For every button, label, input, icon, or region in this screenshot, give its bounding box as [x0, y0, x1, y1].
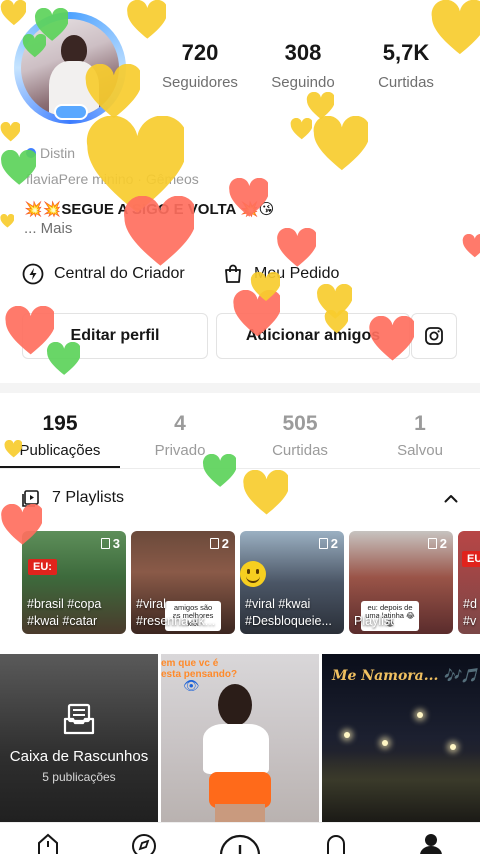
heart-icon [126, 0, 166, 40]
playlist-tags: Playlist [354, 614, 394, 628]
avatar-frame-badge [54, 104, 88, 120]
playlist-card[interactable]: 2 amigos são as melhores kkk #viral #res… [131, 531, 235, 634]
heart-icon [312, 116, 368, 172]
drafts-count: 5 publicações [42, 770, 116, 784]
playlist-tags: #viral #resenha #k... [136, 597, 216, 628]
compass-icon[interactable] [130, 833, 158, 854]
my-orders-link[interactable]: Meu Pedido [222, 263, 339, 285]
playlist-tags: #d #v [463, 597, 477, 628]
heart-icon [276, 228, 316, 268]
edit-profile-button[interactable]: Editar perfil [22, 313, 208, 359]
playlist-count: 2 [210, 536, 229, 551]
playlist-tags: #brasil #copa #kwai #catar [27, 597, 102, 628]
video-caption: em que vc é esta pensando? [161, 658, 238, 680]
create-icon[interactable] [218, 833, 262, 854]
followers-count: 720 [181, 40, 219, 65]
tab-likes-count: 505 [282, 412, 318, 435]
playlist-count: 2 [428, 536, 447, 551]
music-notes-icon: 🎶🎵 [443, 668, 479, 684]
add-friends-button[interactable]: Adicionar amigos [216, 313, 410, 359]
tab-private-count: 4 [174, 412, 186, 435]
following-stat[interactable]: 308 Seguindo [253, 40, 353, 91]
profile-info: flaviaPere minino · Gêmeos [26, 171, 199, 187]
creator-center-label: Central do Criador [54, 265, 185, 282]
heart-icon [306, 92, 334, 120]
badge-text: Distin [40, 145, 76, 161]
drafts-tile[interactable]: Caixa de Rascunhos 5 publicações [0, 654, 158, 822]
profile-badge[interactable]: Distin [26, 145, 75, 161]
chevron-up-icon[interactable] [442, 490, 460, 508]
eye-icon: 👁 [183, 678, 200, 693]
instagram-button[interactable] [411, 313, 457, 359]
followers-stat[interactable]: 720 Seguidores [150, 40, 250, 91]
bell-icon[interactable] [322, 833, 350, 854]
profile-bio: 💥💥SEGUE A SIGO E VOLTA 💥😘 [24, 201, 275, 218]
following-label: Seguindo [271, 74, 335, 91]
video-thumbnail[interactable]: Me Namora... 🎶🎵 [322, 654, 480, 822]
playlist-sticker: EU: [28, 559, 57, 575]
heart-icon [242, 470, 288, 516]
playlist-tags: #viral #kwai #Desbloqueie... [245, 597, 332, 628]
avatar[interactable] [14, 12, 126, 124]
lightning-circle-icon [22, 263, 44, 285]
smiley-emoji-icon [240, 561, 266, 587]
playlist-card[interactable]: 3 EU: #brasil #copa #kwai #catar [22, 531, 126, 634]
playlist-count: 3 [101, 536, 120, 551]
playlist-card[interactable]: EU: #d #v [458, 531, 480, 634]
heart-icon [202, 454, 236, 488]
playlist-card[interactable]: 2 eu: depois de uma latinha 😂😂 Playlist [349, 531, 453, 634]
instagram-icon [425, 327, 443, 345]
tab-saved[interactable]: 1 Salvou [360, 412, 480, 459]
my-orders-label: Meu Pedido [254, 265, 340, 282]
heart-icon [462, 234, 480, 258]
heart-icon [290, 118, 312, 140]
tab-likes[interactable]: 505 Curtidas [240, 412, 360, 459]
badge-icon [26, 148, 36, 158]
shopping-bag-icon [225, 264, 241, 283]
home-icon[interactable] [35, 833, 61, 854]
heart-icon [0, 214, 14, 228]
bottom-nav [0, 822, 480, 854]
likes-label: Curtidas [378, 74, 434, 91]
playlists-title: 7 Playlists [52, 489, 125, 506]
heart-icon [0, 122, 20, 142]
playlist-count: 2 [319, 536, 338, 551]
tab-posts-count: 195 [42, 412, 78, 435]
tab-likes-label: Curtidas [272, 442, 328, 459]
video-title: Me Namora... 🎶🎵 [332, 668, 479, 684]
playlist-icon [22, 490, 39, 507]
bio-more-link[interactable]: ... Mais [24, 220, 72, 237]
playlists-header[interactable]: 7 Playlists [22, 489, 124, 507]
tab-private-label: Privado [154, 442, 206, 459]
playlist-card[interactable]: 2 #viral #kwai #Desbloqueie... [240, 531, 344, 634]
drafts-box-icon [63, 703, 95, 735]
section-divider [0, 383, 480, 393]
tab-saved-count: 1 [414, 412, 426, 435]
tab-posts-label: Publicações [19, 442, 101, 459]
creator-center-link[interactable]: Central do Criador [22, 263, 185, 285]
likes-count: 5,7K [382, 40, 430, 65]
video-thumbnail[interactable]: em que vc é esta pensando? 👁 [161, 654, 319, 822]
tab-saved-label: Salvou [397, 442, 443, 459]
drafts-title: Caixa de Rascunhos [9, 748, 149, 765]
tab-divider [0, 468, 480, 469]
profile-icon[interactable] [420, 833, 442, 854]
playlist-sticker: EU: [462, 551, 480, 567]
following-count: 308 [284, 40, 322, 65]
likes-stat[interactable]: 5,7K Curtidas [356, 40, 456, 91]
avatar-photo [21, 19, 119, 117]
followers-label: Seguidores [162, 74, 238, 91]
tab-private[interactable]: 4 Privado [120, 412, 240, 459]
tab-posts[interactable]: 195 Publicações [0, 412, 120, 459]
